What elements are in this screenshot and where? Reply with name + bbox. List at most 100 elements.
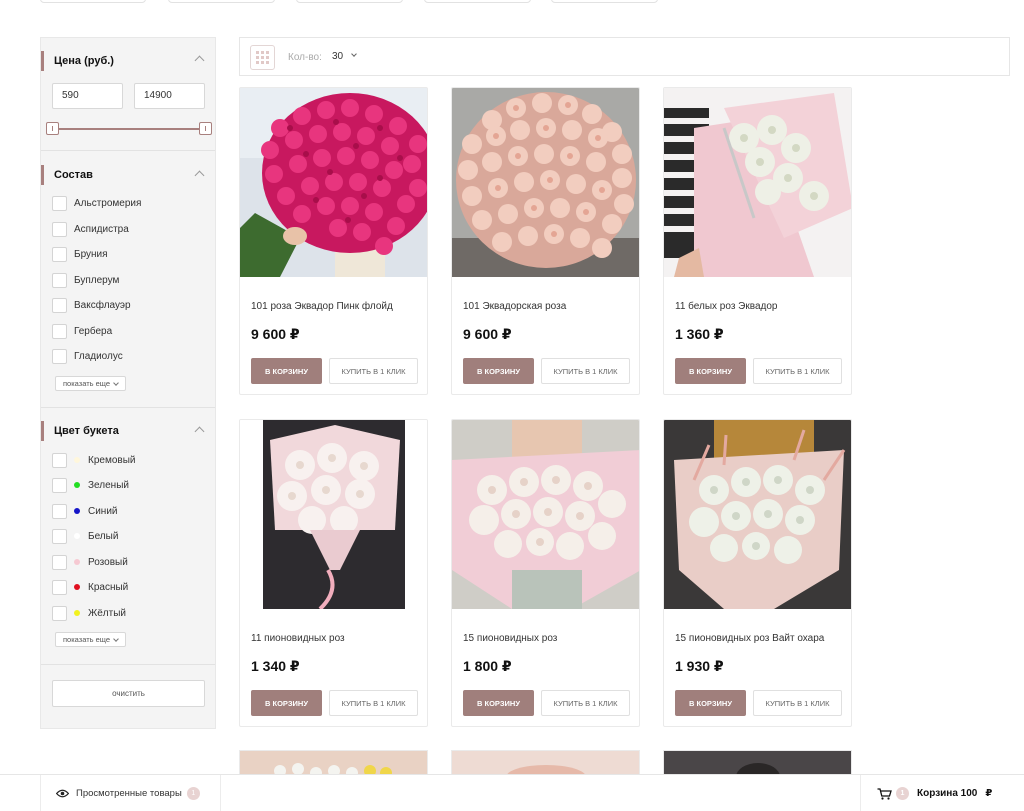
show-more-button[interactable]: показать еще <box>55 632 127 647</box>
product-image[interactable] <box>452 88 639 277</box>
color-option[interactable]: Синий <box>52 502 118 520</box>
buy-one-click-button[interactable]: КУПИТЬ В 1 КЛИК <box>329 358 418 384</box>
chevron-down-icon[interactable] <box>351 51 357 57</box>
buy-one-click-button[interactable]: КУПИТЬ В 1 КЛИК <box>541 690 630 716</box>
viewed-label: Просмотренные товары <box>76 788 182 799</box>
price-max-input[interactable]: 14900 <box>134 83 205 109</box>
checkbox[interactable] <box>52 554 67 570</box>
checkbox[interactable] <box>52 605 67 621</box>
checkbox[interactable] <box>52 579 67 595</box>
add-to-cart-button[interactable]: В КОРЗИНУ <box>675 690 746 716</box>
color-option[interactable]: Розовый <box>52 553 128 571</box>
top-tab[interactable] <box>40 0 146 3</box>
price-filter-title[interactable]: Цена (руб.) <box>41 51 114 71</box>
product-name[interactable]: 11 белых роз Эквадор <box>675 301 777 312</box>
color-option[interactable]: Белый <box>52 527 118 545</box>
color-option[interactable]: Жёлтый <box>52 604 126 622</box>
chevron-down-icon <box>113 635 119 642</box>
composition-option[interactable]: Ваксфлауэр <box>52 296 131 314</box>
buy-one-click-button[interactable]: КУПИТЬ В 1 КЛИК <box>541 358 630 384</box>
price-slider-max-handle[interactable] <box>199 122 212 135</box>
add-to-cart-button[interactable]: В КОРЗИНУ <box>463 690 534 716</box>
product-image[interactable] <box>240 88 427 277</box>
product-price: 1 800 ₽ <box>463 658 512 674</box>
chevron-down-icon <box>113 379 119 386</box>
bottom-bar: Просмотренные товары 1 1 Корзина 100 ₽ <box>0 774 1024 811</box>
composition-filter: Состав Альстромерия Аспидистра Бруния Бу… <box>41 151 215 408</box>
show-more-button[interactable]: показать еще <box>55 376 127 391</box>
product-image[interactable] <box>664 420 851 609</box>
checkbox[interactable] <box>52 503 67 519</box>
add-to-cart-button[interactable]: В КОРЗИНУ <box>463 358 534 384</box>
composition-option[interactable]: Гербера <box>52 322 112 340</box>
collapse-icon[interactable] <box>194 55 205 66</box>
currency-sign: ₽ <box>985 788 993 799</box>
color-swatch <box>74 610 80 616</box>
product-card[interactable]: 15 пионовидных роз 1 800 ₽ В КОРЗИНУ КУП… <box>451 419 640 727</box>
show-more-label: показать еще <box>63 379 111 388</box>
collapse-icon[interactable] <box>194 170 205 181</box>
color-swatch <box>74 533 80 539</box>
product-name[interactable]: 101 роза Эквадор Пинк флойд <box>251 301 393 312</box>
top-tab[interactable] <box>424 0 531 3</box>
checkbox[interactable] <box>52 195 67 211</box>
add-to-cart-button[interactable]: В КОРЗИНУ <box>251 690 322 716</box>
qty-select[interactable]: 30 <box>332 51 343 62</box>
product-image[interactable] <box>664 88 851 277</box>
product-card[interactable]: 11 пионовидных роз 1 340 ₽ В КОРЗИНУ КУП… <box>239 419 428 727</box>
checkbox[interactable] <box>52 221 67 237</box>
checkbox[interactable] <box>52 452 67 468</box>
buy-one-click-button[interactable]: КУПИТЬ В 1 КЛИК <box>753 690 842 716</box>
top-tab[interactable] <box>296 0 403 3</box>
composition-option[interactable]: Аспидистра <box>52 220 129 238</box>
top-tab[interactable] <box>168 0 275 3</box>
product-price: 1 340 ₽ <box>251 658 300 674</box>
cart-label: Корзина 100 <box>917 788 978 799</box>
composition-option[interactable]: Буплерум <box>52 271 119 289</box>
checkbox[interactable] <box>52 477 67 493</box>
composition-filter-title[interactable]: Состав <box>41 165 93 185</box>
color-swatch <box>74 457 80 463</box>
checkbox[interactable] <box>52 272 67 288</box>
add-to-cart-button[interactable]: В КОРЗИНУ <box>251 358 322 384</box>
product-image[interactable] <box>240 420 427 609</box>
grid-view-icon[interactable] <box>250 45 275 70</box>
product-card[interactable]: 11 белых роз Эквадор 1 360 ₽ В КОРЗИНУ К… <box>663 87 852 395</box>
cart-icon <box>877 787 892 800</box>
composition-option[interactable]: Бруния <box>52 245 108 263</box>
product-name[interactable]: 11 пионовидных роз <box>251 633 345 644</box>
product-name[interactable]: 15 пионовидных роз Вайт охара <box>675 633 824 644</box>
product-card[interactable]: 101 Эквадорская роза 9 600 ₽ В КОРЗИНУ К… <box>451 87 640 395</box>
color-option[interactable]: Красный <box>52 578 128 596</box>
price-slider-track[interactable] <box>52 128 206 130</box>
product-name[interactable]: 15 пионовидных роз <box>463 633 557 644</box>
price-slider-min-handle[interactable] <box>46 122 59 135</box>
checkbox[interactable] <box>52 323 67 339</box>
viewed-products-button[interactable]: Просмотренные товары 1 <box>40 775 221 811</box>
clear-filters-button[interactable]: очистить <box>52 680 205 707</box>
top-tab[interactable] <box>551 0 658 3</box>
checkbox[interactable] <box>52 246 67 262</box>
checkbox[interactable] <box>52 528 67 544</box>
checkbox[interactable] <box>52 297 67 313</box>
product-card[interactable]: 15 пионовидных роз Вайт охара 1 930 ₽ В … <box>663 419 852 727</box>
composition-option[interactable]: Альстромерия <box>52 194 141 212</box>
qty-label: Кол-во: <box>288 52 322 63</box>
product-price: 9 600 ₽ <box>463 326 512 342</box>
buy-one-click-button[interactable]: КУПИТЬ В 1 КЛИК <box>329 690 418 716</box>
color-swatch <box>74 559 80 565</box>
add-to-cart-button[interactable]: В КОРЗИНУ <box>675 358 746 384</box>
product-card[interactable]: 101 роза Эквадор Пинк флойд 9 600 ₽ В КО… <box>239 87 428 395</box>
product-name[interactable]: 101 Эквадорская роза <box>463 301 566 312</box>
color-filter-title[interactable]: Цвет букета <box>41 421 119 441</box>
price-min-input[interactable]: 590 <box>52 83 123 109</box>
option-label: Гербера <box>74 325 113 337</box>
color-option[interactable]: Кремовый <box>52 451 135 469</box>
composition-option[interactable]: Гладиолус <box>52 347 123 365</box>
cart-button[interactable]: 1 Корзина 100 ₽ <box>860 775 1024 811</box>
product-image[interactable] <box>452 420 639 609</box>
buy-one-click-button[interactable]: КУПИТЬ В 1 КЛИК <box>753 358 842 384</box>
checkbox[interactable] <box>52 348 67 364</box>
collapse-icon[interactable] <box>194 426 205 437</box>
color-option[interactable]: Зеленый <box>52 476 129 494</box>
